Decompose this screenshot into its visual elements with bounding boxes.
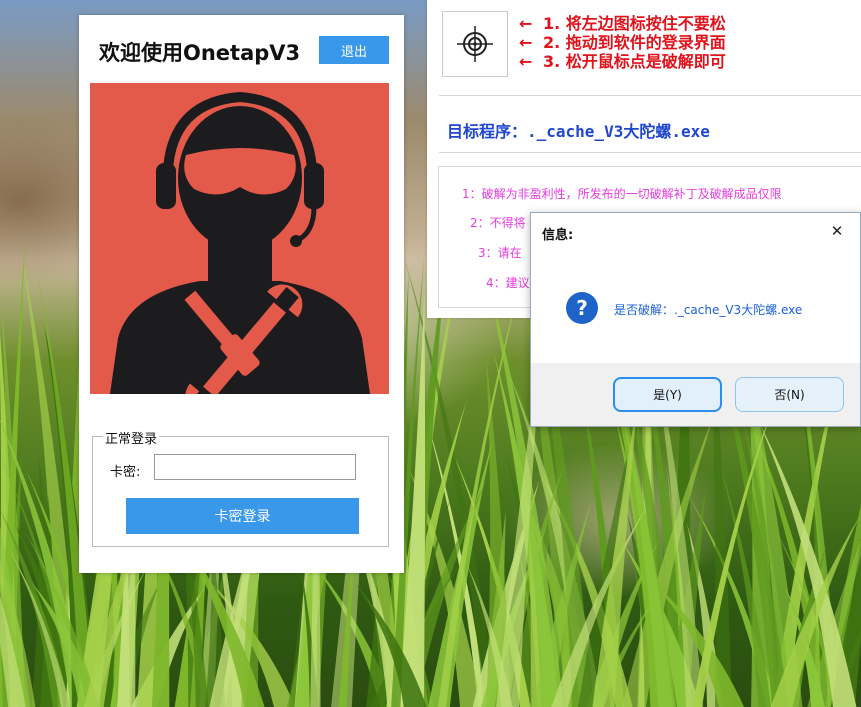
divider (439, 95, 861, 96)
support-agent-with-tools-icon (90, 83, 389, 394)
dialog-title: 信息: (542, 228, 574, 243)
grass-blade (592, 385, 640, 707)
key-label: 卡密: (110, 465, 141, 480)
note-line: 2：不得将 (470, 216, 526, 230)
close-icon: ✕ (830, 222, 844, 240)
step-item: ← 3. 松开鼠标点是破解即可 (519, 52, 726, 71)
step-text: 2. 拖动到软件的登录界面 (543, 33, 726, 52)
step-text: 3. 松开鼠标点是破解即可 (543, 52, 726, 71)
note-line: 3：请在 (478, 246, 522, 260)
dialog-footer: 是(Y) 否(N) (531, 363, 860, 426)
svg-text:?: ? (576, 296, 588, 320)
divider (439, 152, 861, 153)
login-window: 欢迎使用OnetapV3 退出 正常登录 卡密: 卡密登录 (79, 15, 404, 573)
close-button[interactable]: ✕ (822, 218, 852, 244)
instruction-steps: ← 1. 将左边图标按住不要松 ← 2. 拖动到软件的登录界面 ← 3. 松开鼠标点是… (519, 14, 726, 71)
key-input[interactable] (154, 454, 356, 480)
note-line: 4：建议 (486, 276, 530, 290)
note-line: 1：破解为非盈利性，所发布的一切破解补丁及破解成品仅限 (462, 187, 782, 201)
exit-button[interactable]: 退出 (319, 36, 389, 64)
step-item: ← 2. 拖动到软件的登录界面 (519, 33, 726, 52)
group-title: 正常登录 (103, 428, 160, 447)
normal-login-group: 正常登录 卡密: 卡密登录 (92, 428, 389, 547)
no-button[interactable]: 否(N) (735, 377, 844, 412)
left-arrow-icon: ← (519, 14, 533, 33)
step-text: 1. 将左边图标按住不要松 (543, 14, 726, 33)
key-login-button[interactable]: 卡密登录 (126, 498, 359, 534)
confirm-dialog: 信息: ✕ ? 是否破解：._cache_V3大陀螺.exe 是(Y) 否(N) (530, 212, 861, 427)
crosshair-target-icon[interactable] (442, 11, 508, 77)
yes-button[interactable]: 是(Y) (613, 377, 722, 412)
step-item: ← 1. 将左边图标按住不要松 (519, 14, 726, 33)
question-icon: ? (566, 292, 598, 324)
dialog-message: 是否破解：._cache_V3大陀螺.exe (614, 303, 803, 317)
target-program-label: 目标程序：._cache_V3大陀螺.exe (447, 122, 710, 141)
login-title: 欢迎使用OnetapV3 (99, 41, 301, 65)
left-arrow-icon: ← (519, 33, 533, 52)
left-arrow-icon: ← (519, 52, 533, 71)
